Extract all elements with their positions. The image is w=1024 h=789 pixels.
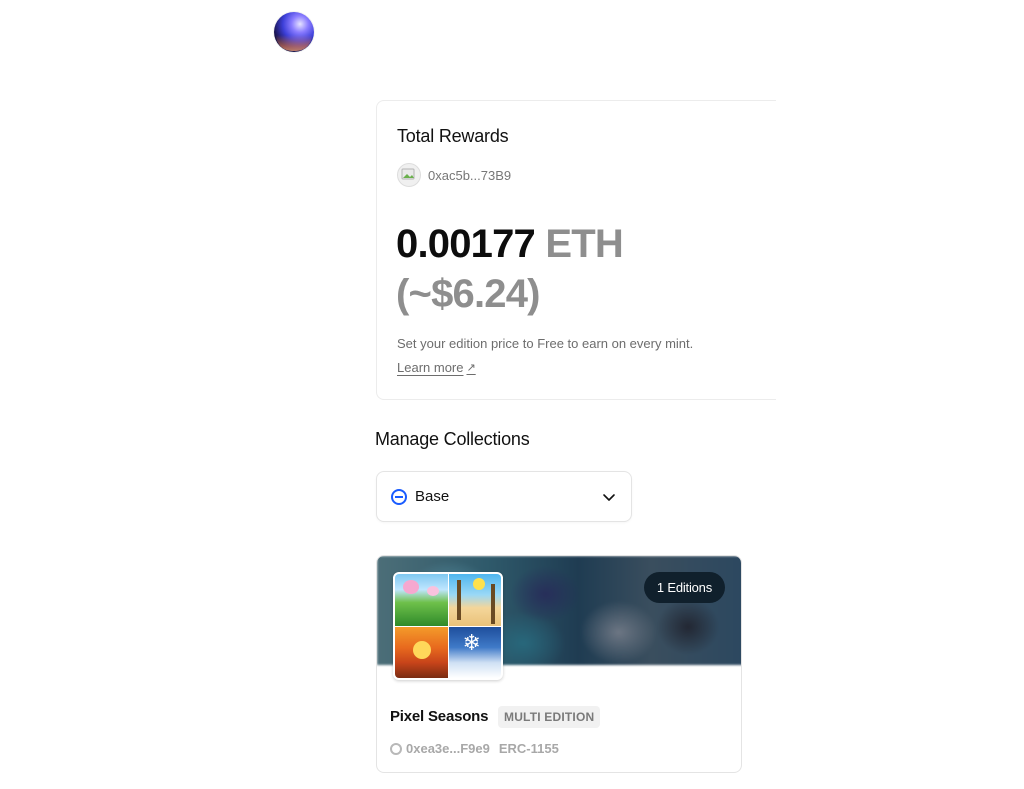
chain-select-value: Base [415, 488, 450, 505]
zora-logo[interactable] [274, 12, 314, 52]
wallet-address-text: 0xac5b...73B9 [428, 167, 512, 183]
learn-more-link[interactable]: Learn more ↗ [397, 360, 476, 375]
chain-select[interactable]: Base [376, 471, 632, 522]
spring-tile [395, 574, 448, 626]
learn-more-label: Learn more [397, 360, 464, 375]
total-rewards-card: Total Rewards 0xac5b...73B9 0.00177 ETH … [376, 100, 776, 400]
rewards-eth-unit: ETH [545, 222, 623, 266]
rewards-amount: 0.00177 ETH (~$6.24) [396, 219, 776, 319]
winter-tile [448, 626, 501, 678]
collection-meta: 0xea3e...F9e9 ERC-1155 [390, 741, 559, 756]
editions-badge: 1 Editions [643, 572, 725, 603]
wallet-avatar-icon [397, 163, 421, 187]
collection-type-badge: MULTI EDITION [498, 706, 601, 728]
collection-card[interactable]: 1 Editions Pixel Seasons MULTI EDITION 0… [376, 555, 742, 773]
collection-thumbnail [393, 572, 503, 680]
rewards-hint: Set your edition price to Free to earn o… [397, 336, 694, 351]
manage-collections-title: Manage Collections [375, 429, 530, 449]
summer-tile [448, 574, 501, 626]
rewards-eth-value: 0.00177 [396, 222, 536, 266]
contract-icon [390, 742, 402, 755]
rewards-usd-value: (~$6.24) [396, 272, 541, 316]
collection-name: Pixel Seasons [390, 708, 489, 725]
autumn-tile [395, 626, 448, 678]
wallet-address[interactable]: 0xac5b...73B9 [397, 163, 511, 187]
collection-address: 0xea3e...F9e9 [406, 741, 490, 756]
chevron-down-icon [603, 493, 615, 501]
base-chain-icon [391, 488, 407, 505]
external-link-icon: ↗ [466, 362, 476, 374]
rewards-title: Total Rewards [397, 126, 509, 146]
collection-standard: ERC-1155 [498, 741, 559, 756]
